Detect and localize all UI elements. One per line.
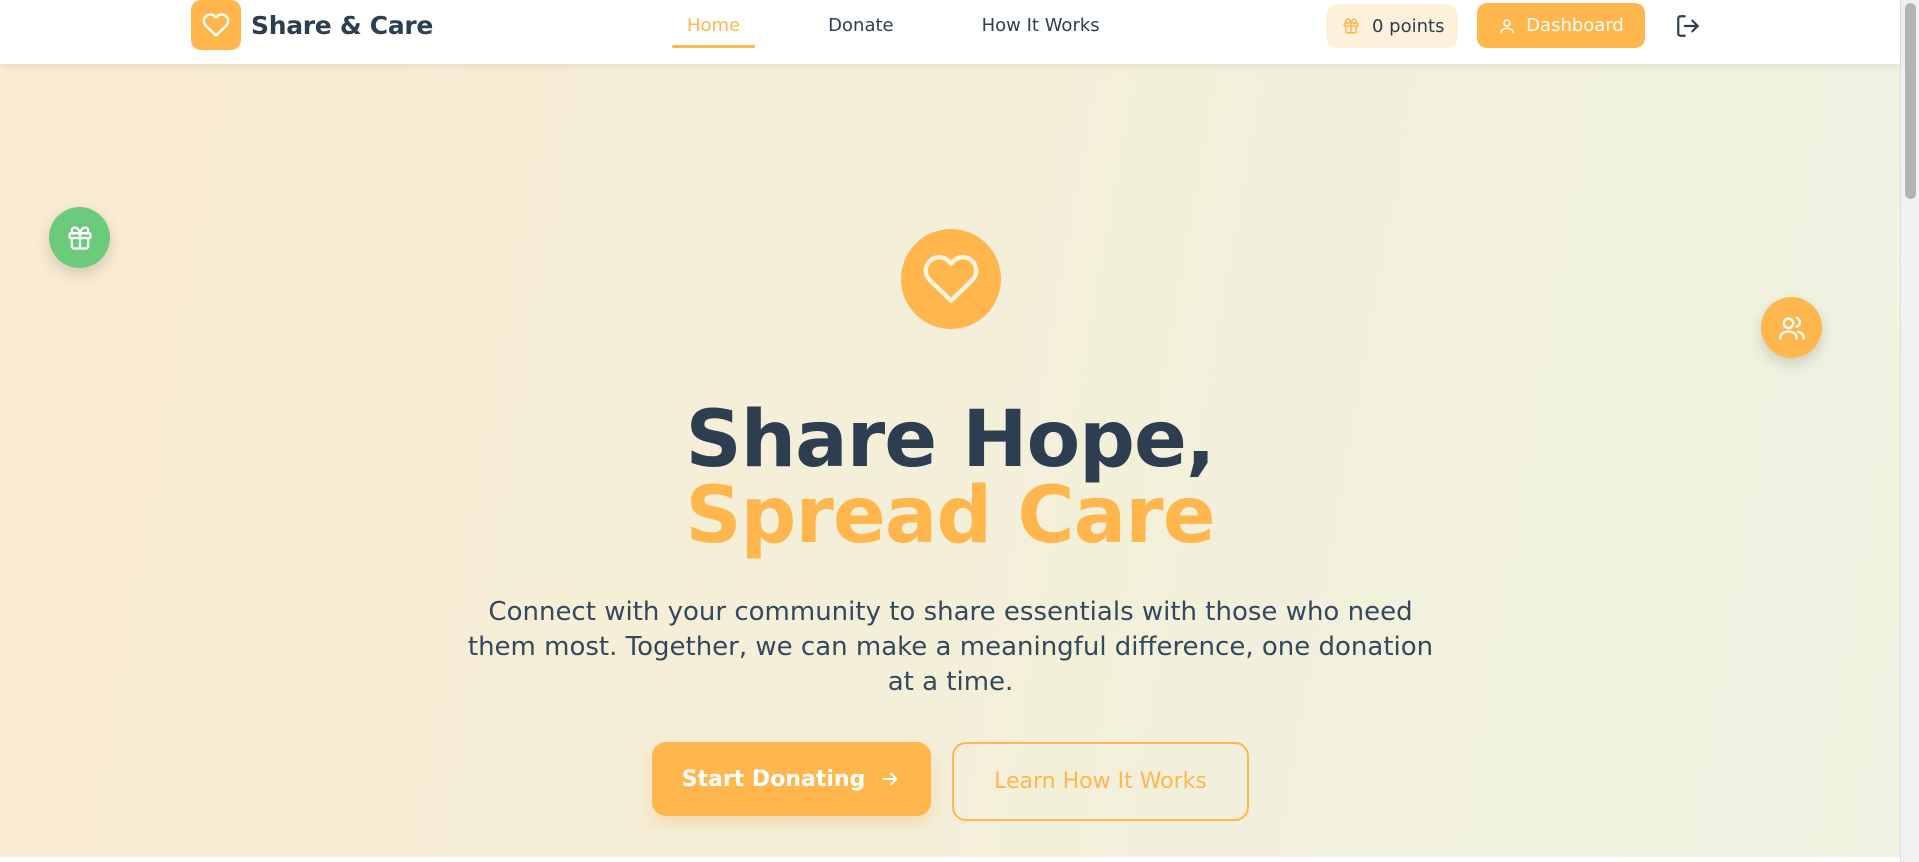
hero-subtitle: Connect with your community to share ess…	[467, 597, 1434, 697]
logout-icon[interactable]	[1674, 12, 1702, 40]
hero-title-line2: Spread Care	[685, 471, 1215, 561]
arrow-right-icon	[879, 768, 901, 790]
main-nav: Home Donate How It Works	[672, 0, 1173, 50]
gift-icon[interactable]	[49, 207, 110, 268]
dashboard-button[interactable]: Dashboard	[1477, 3, 1645, 48]
gift-icon	[1342, 17, 1360, 35]
hero-title: Share Hope, Spread Care	[0, 401, 1900, 561]
nav-link-donate[interactable]: Donate	[813, 0, 908, 50]
points-label: 0 points	[1372, 15, 1445, 37]
users-icon[interactable]	[1761, 297, 1822, 358]
brand-name: Share & Care	[251, 10, 434, 40]
nav-link-how-it-works[interactable]: How It Works	[967, 0, 1115, 50]
points-badge[interactable]: 0 points	[1326, 4, 1458, 48]
user-icon	[1498, 17, 1516, 35]
vertical-scrollbar[interactable]	[1900, 0, 1919, 862]
dashboard-label: Dashboard	[1526, 15, 1624, 36]
learn-how-it-works-label: Learn How It Works	[994, 769, 1207, 794]
learn-how-it-works-button[interactable]: Learn How It Works	[952, 742, 1249, 821]
page: Share & Care Home Donate How It Works 0 …	[0, 0, 1919, 862]
start-donating-label: Start Donating	[681, 766, 866, 792]
hero-section: Share Hope, Spread Care Connect with you…	[0, 64, 1900, 857]
brand[interactable]: Share & Care	[191, 0, 433, 50]
scrollbar-thumb[interactable]	[1905, 3, 1916, 199]
nav-link-home[interactable]: Home	[672, 0, 756, 50]
heart-icon	[191, 0, 241, 50]
top-navbar: Share & Care Home Donate How It Works 0 …	[0, 0, 1900, 64]
start-donating-button[interactable]: Start Donating	[652, 742, 931, 816]
heart-icon	[901, 229, 1001, 329]
